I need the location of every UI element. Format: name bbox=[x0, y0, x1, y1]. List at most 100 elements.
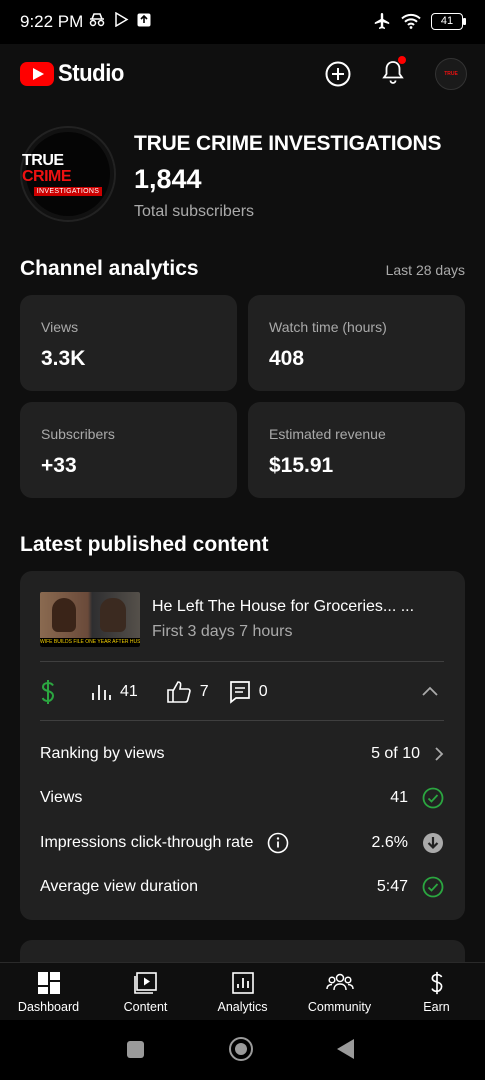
back-button[interactable] bbox=[337, 1039, 354, 1059]
row-value: 5:47 bbox=[376, 878, 408, 895]
logo-text: Studio bbox=[58, 60, 124, 87]
stat-value: 408 bbox=[269, 347, 305, 370]
stat-value: 3.3K bbox=[41, 347, 86, 370]
system-navigation-bar bbox=[0, 1020, 485, 1080]
divider bbox=[40, 720, 444, 721]
views-metric: 41 bbox=[90, 682, 138, 702]
video-metrics-row: 41 7 0 bbox=[40, 676, 444, 708]
row-label: Average view duration bbox=[40, 878, 199, 895]
stat-card-views[interactable]: Views 3.3K bbox=[20, 295, 237, 391]
stat-label: Subscribers bbox=[41, 426, 115, 442]
thumbnail-person-1 bbox=[52, 598, 76, 632]
video-title[interactable]: He Left The House for Groceries... ... bbox=[152, 598, 442, 616]
nav-label: Earn bbox=[423, 999, 450, 1014]
youtube-play-icon bbox=[20, 62, 54, 86]
wifi-icon bbox=[401, 13, 421, 29]
comments-metric: 0 bbox=[229, 680, 268, 704]
upload-icon bbox=[137, 13, 151, 26]
notifications-button[interactable] bbox=[381, 55, 406, 90]
incognito-icon bbox=[89, 12, 105, 26]
latest-video-card: WIFE BUILDS FILE ONE YEAR AFTER HUSBAND … bbox=[20, 571, 465, 920]
analytics-icon bbox=[231, 971, 254, 994]
nav-earn[interactable]: Earn bbox=[388, 963, 485, 1021]
ctr-row: Impressions click-through rate 2.6% bbox=[40, 828, 444, 858]
youtube-studio-logo[interactable]: Studio bbox=[20, 60, 130, 88]
channel-name: TRUE CRIME INVESTIGATIONS bbox=[134, 132, 442, 155]
check-circle-icon bbox=[422, 876, 444, 898]
airplane-mode-icon bbox=[374, 13, 390, 29]
row-label-wrap: Impressions click-through rate bbox=[40, 832, 372, 854]
channel-avatar-logo: TRUE CRIME bbox=[22, 151, 72, 185]
chevron-right-icon bbox=[435, 747, 444, 761]
monetization-status[interactable] bbox=[40, 679, 56, 705]
channel-summary: TRUE CRIME INVESTIGATIONS TRUE CRIME INV… bbox=[20, 126, 470, 226]
status-icons-right: 41 bbox=[373, 12, 466, 30]
content-icon bbox=[133, 971, 157, 994]
views-row: Views 41 bbox=[40, 783, 444, 813]
views-count: 41 bbox=[120, 683, 138, 700]
stat-label: Watch time (hours) bbox=[269, 319, 387, 335]
bottom-navigation: Dashboard Content Analytics Community Ea… bbox=[0, 962, 485, 1021]
earn-dollar-icon bbox=[430, 971, 442, 994]
status-time: 9:22 PM bbox=[20, 12, 84, 31]
nav-content[interactable]: Content bbox=[97, 963, 194, 1021]
info-icon[interactable] bbox=[267, 832, 289, 854]
ranking-row[interactable]: Ranking by views 5 of 10 bbox=[40, 739, 444, 769]
arrow-down-circle-icon bbox=[423, 833, 443, 853]
chevron-up-icon[interactable] bbox=[420, 682, 440, 702]
status-icons-left bbox=[88, 12, 151, 27]
dashboard-icon bbox=[37, 971, 60, 994]
analytics-period: Last 28 days bbox=[385, 262, 465, 278]
avg-duration-row: Average view duration 5:47 bbox=[40, 872, 444, 902]
nav-dashboard[interactable]: Dashboard bbox=[0, 963, 97, 1021]
row-value: 2.6% bbox=[371, 834, 408, 851]
comment-icon bbox=[229, 681, 250, 704]
nav-community[interactable]: Community bbox=[291, 963, 388, 1021]
thumbs-up-icon bbox=[166, 681, 191, 703]
stat-label: Estimated revenue bbox=[269, 426, 386, 442]
row-label: Views bbox=[40, 789, 83, 806]
row-label: Ranking by views bbox=[40, 745, 165, 762]
stat-value: +33 bbox=[41, 454, 77, 477]
app-header: Studio TRUE bbox=[0, 44, 485, 102]
stat-label: Views bbox=[41, 319, 79, 335]
stat-card-watch-time[interactable]: Watch time (hours) 408 bbox=[248, 295, 465, 391]
check-circle-icon bbox=[422, 787, 444, 809]
nav-label: Community bbox=[307, 999, 372, 1014]
header-actions: TRUE bbox=[325, 55, 467, 90]
channel-avatar-logo-sub: INVESTIGATIONS bbox=[33, 186, 103, 196]
battery-indicator: 41 bbox=[431, 12, 466, 30]
create-plus-icon[interactable] bbox=[325, 61, 351, 87]
nav-label: Dashboard bbox=[17, 999, 80, 1014]
stat-card-subscribers[interactable]: Subscribers +33 bbox=[20, 402, 237, 498]
latest-content-heading: Latest published content bbox=[20, 533, 269, 556]
row-label: Impressions click-through rate bbox=[40, 834, 254, 851]
community-icon bbox=[325, 973, 354, 990]
nav-analytics[interactable]: Analytics bbox=[194, 963, 291, 1021]
video-period: First 3 days 7 hours bbox=[152, 623, 293, 640]
recents-button[interactable] bbox=[127, 1041, 144, 1058]
likes-metric: 7 bbox=[166, 680, 209, 704]
thumbnail-caption: WIFE BUILDS FILE ONE YEAR AFTER HUSBAND … bbox=[40, 638, 140, 647]
stat-card-revenue[interactable]: Estimated revenue $15.91 bbox=[248, 402, 465, 498]
notification-dot bbox=[398, 55, 406, 64]
nav-label: Analytics bbox=[217, 999, 268, 1014]
divider bbox=[40, 661, 444, 662]
play-store-icon bbox=[115, 12, 129, 27]
status-bar: 9:22 PM 41 bbox=[0, 0, 485, 44]
dollar-icon bbox=[41, 680, 55, 704]
video-thumbnail[interactable]: WIFE BUILDS FILE ONE YEAR AFTER HUSBAND … bbox=[40, 592, 140, 647]
nav-label: Content bbox=[123, 999, 168, 1014]
channel-analytics-heading: Channel analytics bbox=[20, 257, 199, 280]
comments-count: 0 bbox=[258, 683, 268, 700]
stat-value: $15.91 bbox=[269, 454, 334, 477]
home-button[interactable] bbox=[229, 1037, 253, 1061]
likes-count: 7 bbox=[199, 683, 209, 700]
subscriber-count: 1,844 bbox=[134, 164, 202, 194]
thumbnail-person-2 bbox=[100, 598, 126, 632]
row-value: 41 bbox=[390, 789, 408, 806]
row-value: 5 of 10 bbox=[371, 745, 420, 762]
subscriber-label: Total subscribers bbox=[134, 203, 255, 220]
bar-chart-icon bbox=[92, 685, 111, 700]
account-avatar[interactable]: TRUE bbox=[435, 58, 467, 90]
